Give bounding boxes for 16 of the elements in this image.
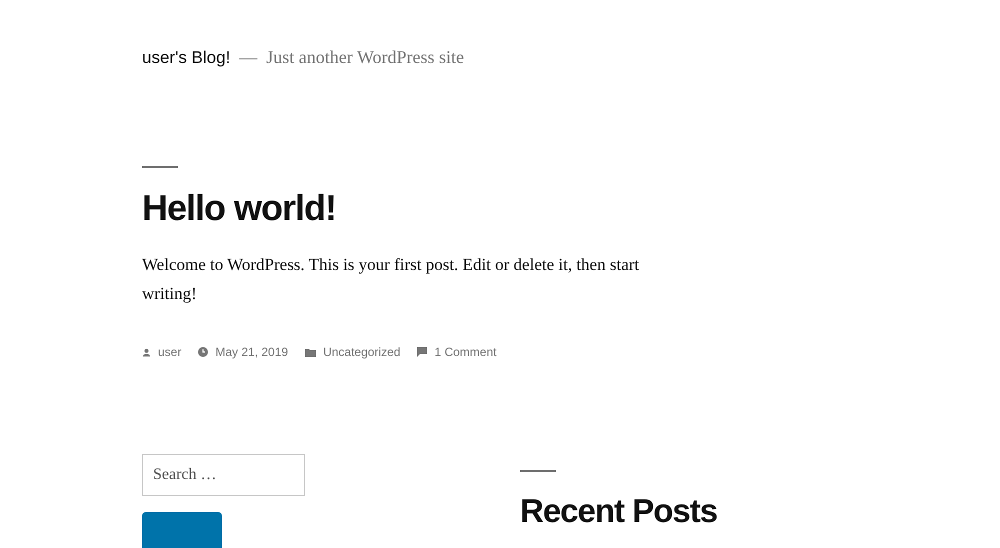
clock-icon bbox=[198, 347, 208, 357]
category-link[interactable]: Uncategorized bbox=[323, 345, 400, 359]
dash-separator: — bbox=[239, 47, 258, 68]
site-tagline: Just another WordPress site bbox=[266, 47, 464, 68]
author-link[interactable]: user bbox=[158, 345, 182, 359]
person-icon bbox=[142, 348, 151, 356]
search-field[interactable]: Search … bbox=[142, 454, 305, 496]
widget-title: Recent Posts bbox=[520, 492, 718, 530]
date-link[interactable]: May 21, 2019 bbox=[215, 345, 288, 359]
folder-icon bbox=[305, 348, 316, 356]
post-text: Welcome to WordPress. This is your first post. Edit or delete it, then start writing! bbox=[142, 254, 640, 305]
post-title[interactable]: Hello world! bbox=[142, 186, 1000, 230]
search-button[interactable] bbox=[142, 512, 222, 548]
comments-link[interactable]: 1 Comment bbox=[434, 345, 496, 359]
site-title[interactable]: user's Blog! bbox=[142, 48, 230, 68]
comment-icon bbox=[417, 347, 428, 357]
